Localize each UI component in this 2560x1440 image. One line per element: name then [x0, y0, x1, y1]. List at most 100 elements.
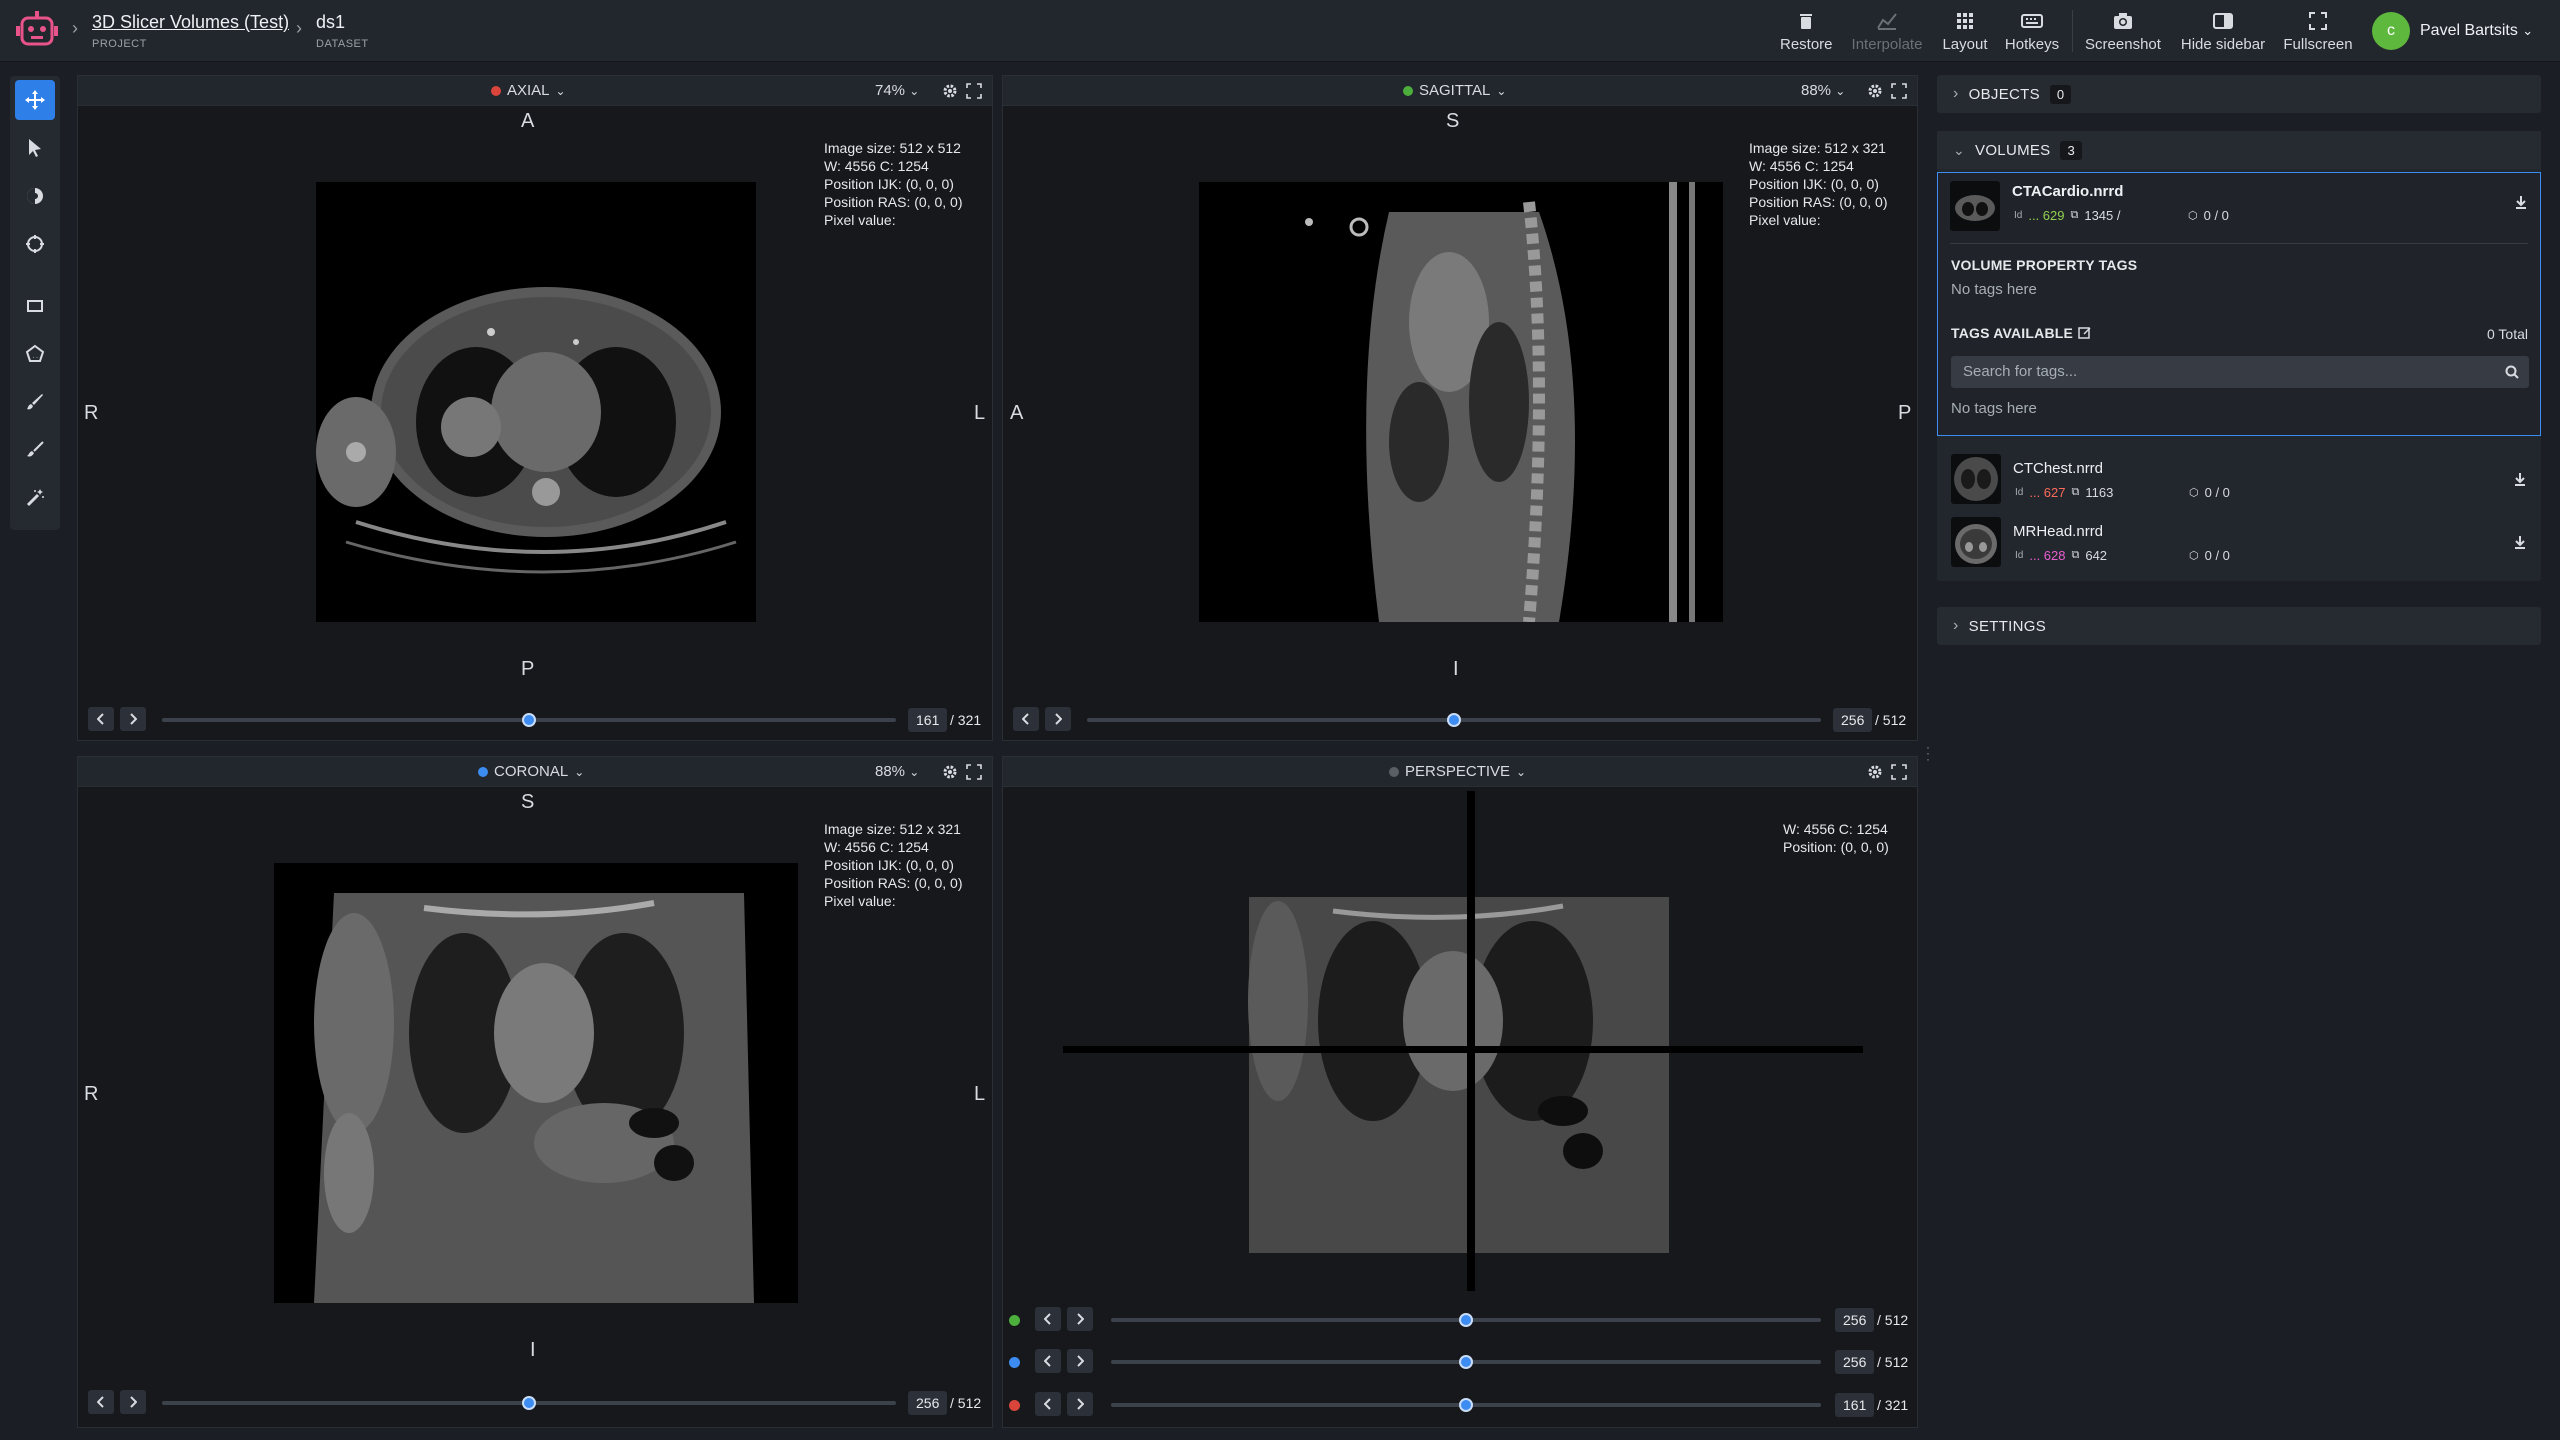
brightness-tool[interactable] [15, 176, 55, 216]
dataset-label: DATASET [316, 38, 369, 50]
user-menu[interactable]: Pavel Bartsits ⌄ [2420, 22, 2533, 40]
pointer-tool[interactable] [15, 128, 55, 168]
slider-thumb[interactable] [1459, 1355, 1473, 1369]
prev-slice-button[interactable] [1035, 1349, 1061, 1373]
zoom-value: 74% [875, 82, 906, 99]
slider-thumb[interactable] [1459, 1313, 1473, 1327]
prev-slice-button[interactable] [1035, 1307, 1061, 1331]
next-slice-button[interactable] [1067, 1307, 1093, 1331]
download-icon[interactable] [2513, 472, 2527, 486]
orient-left: R [84, 1083, 99, 1105]
hotkeys-button[interactable]: Hotkeys [2004, 10, 2060, 53]
slice-index[interactable]: 256 [1835, 1308, 1875, 1332]
move-tool[interactable] [15, 80, 55, 120]
chevron-right-icon [1077, 1313, 1084, 1325]
slice-index[interactable]: 161 [908, 708, 948, 732]
next-slice-button[interactable] [1067, 1392, 1093, 1416]
expand-icon[interactable] [966, 764, 982, 780]
prev-slice-button[interactable] [1013, 707, 1039, 731]
magic-wand-tool[interactable] [15, 478, 55, 518]
tag-search-input[interactable] [1951, 356, 2491, 387]
prev-slice-button[interactable] [88, 1390, 114, 1414]
info-line: Position RAS: (0, 0, 0) [824, 194, 963, 210]
plane-color-dot [491, 85, 501, 96]
polygon-tool[interactable] [15, 334, 55, 374]
view-selector-coronal[interactable]: CORONAL ⌄ [478, 763, 584, 780]
axial-slice-image [316, 182, 756, 622]
eraser-brush-tool[interactable] [15, 430, 55, 470]
rectangle-tool[interactable] [15, 286, 55, 326]
zoom-value: 88% [875, 763, 906, 780]
perspective-3d-render [1063, 791, 1863, 1291]
slider-thumb[interactable] [1447, 713, 1461, 727]
next-slice-button[interactable] [1045, 707, 1071, 731]
slider-thumb[interactable] [522, 713, 536, 727]
objects-section[interactable]: › OBJECTS 0 [1937, 75, 2541, 113]
project-title[interactable]: 3D Slicer Volumes (Test) [92, 12, 289, 33]
gear-icon[interactable] [1867, 83, 1883, 99]
brush-tool[interactable] [15, 382, 55, 422]
volume-id: ... 627 [2029, 485, 2066, 500]
expand-icon[interactable] [966, 83, 982, 99]
gear-icon[interactable] [1867, 764, 1883, 780]
view-selector-perspective[interactable]: PERSPECTIVE ⌄ [1389, 763, 1526, 780]
fullscreen-button[interactable]: Fullscreen [2282, 10, 2354, 53]
volume-frames: 642 [2085, 548, 2108, 563]
slice-index[interactable]: 256 [1835, 1350, 1875, 1374]
objects-icon: ⬡ [2188, 210, 2198, 222]
volume-item[interactable]: MRHead.nrrd Id ... 628 ⧉ 642 ⬡ 0 / 0 [1937, 513, 2541, 573]
sagittal-slice-image [1199, 182, 1723, 622]
volume-item-selected[interactable]: CTACardio.nrrd Id ... 629 ⧉ 1345 / ⬡ 0 /… [1937, 172, 2541, 436]
volume-objects: ⬡ 0 / 0 [2189, 485, 2230, 500]
zoom-selector[interactable]: 74% ⌄ [875, 82, 919, 99]
slider-thumb[interactable] [1459, 1398, 1473, 1412]
gear-icon[interactable] [942, 83, 958, 99]
expand-icon[interactable] [1891, 83, 1907, 99]
slice-index[interactable]: 256 [908, 1391, 948, 1415]
next-slice-button[interactable] [1067, 1349, 1093, 1373]
viewport-sagittal[interactable]: SAGITTAL ⌄ 88% ⌄ S I A P Image size: 512… [1002, 75, 1918, 741]
point-tool[interactable] [15, 224, 55, 264]
chevron-left-icon [97, 1396, 104, 1408]
volumes-header[interactable]: ⌄ VOLUMES 3 [1937, 131, 2541, 169]
fullscreen-icon [2309, 12, 2327, 30]
settings-section[interactable]: › SETTINGS [1937, 607, 2541, 645]
chevron-down-icon: ⌄ [1516, 764, 1527, 779]
avatar[interactable]: c [2372, 12, 2410, 50]
chevron-down-icon: ⌄ [909, 84, 920, 98]
prev-slice-button[interactable] [88, 707, 114, 731]
slider-thumb[interactable] [522, 1396, 536, 1410]
search-icon[interactable] [2505, 365, 2519, 379]
view-selector-sagittal[interactable]: SAGITTAL ⌄ [1403, 82, 1506, 99]
orient-bottom: I [530, 1339, 536, 1361]
hide-sidebar-button[interactable]: Hide sidebar [2178, 10, 2268, 53]
zoom-selector[interactable]: 88% ⌄ [1801, 82, 1845, 99]
dataset-title[interactable]: ds1 [316, 12, 369, 33]
next-slice-button[interactable] [120, 1390, 146, 1414]
interpolate-button[interactable]: Interpolate [1848, 10, 1926, 53]
volume-item[interactable]: CTChest.nrrd Id ... 627 ⧉ 1163 ⬡ 0 / 0 [1937, 450, 2541, 510]
restore-button[interactable]: Restore [1780, 10, 1833, 53]
screenshot-button[interactable]: Screenshot [2082, 10, 2164, 53]
viewport-axial[interactable]: AXIAL ⌄ 74% ⌄ A P R L Image size: 512 x … [77, 75, 993, 741]
breadcrumb-dataset[interactable]: ds1 DATASET [316, 12, 369, 50]
zoom-selector[interactable]: 88% ⌄ [875, 763, 919, 780]
sidebar-resize-handle[interactable]: · · · [1926, 741, 1930, 765]
next-slice-button[interactable] [120, 707, 146, 731]
gear-icon[interactable] [942, 764, 958, 780]
viewport-coronal[interactable]: CORONAL ⌄ 88% ⌄ S I R L Image size: 512 … [77, 756, 993, 1428]
tags-total: 0 Total [2487, 326, 2528, 342]
expand-icon[interactable] [1891, 764, 1907, 780]
download-icon[interactable] [2513, 535, 2527, 549]
edit-icon[interactable] [2078, 326, 2092, 340]
download-icon[interactable] [2514, 195, 2528, 209]
viewport-perspective[interactable]: PERSPECTIVE ⌄ W: 4556 C: 1254 Position: … [1002, 756, 1918, 1428]
view-selector-axial[interactable]: AXIAL ⌄ [491, 82, 566, 99]
breadcrumb-project[interactable]: 3D Slicer Volumes (Test) PROJECT [92, 12, 289, 50]
volume-meta: Id ... 628 ⧉ 642 [2015, 548, 2107, 563]
prev-slice-button[interactable] [1035, 1392, 1061, 1416]
layout-button[interactable]: Layout [1940, 10, 1990, 53]
slice-index[interactable]: 161 [1835, 1393, 1875, 1417]
slice-index[interactable]: 256 [1833, 708, 1873, 732]
app-logo-icon[interactable] [14, 10, 60, 52]
